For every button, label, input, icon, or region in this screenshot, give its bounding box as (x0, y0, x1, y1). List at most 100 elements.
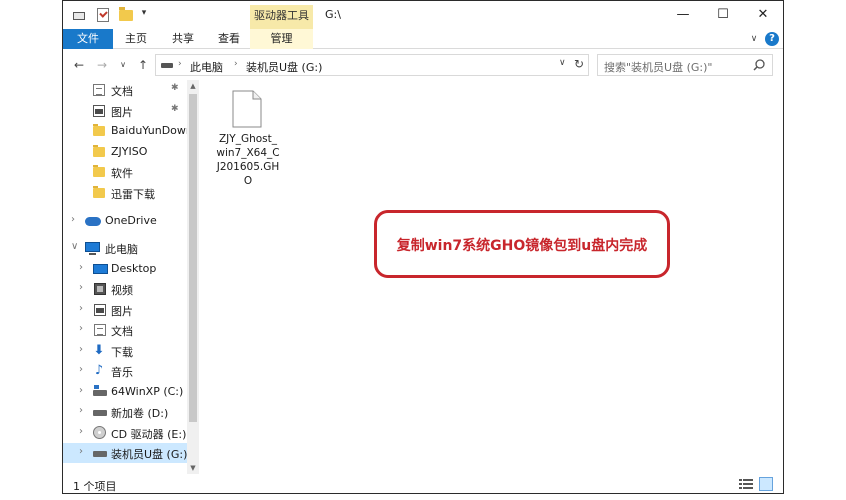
nav-item-desktop[interactable]: › Desktop (63, 259, 187, 279)
chevron-right-icon[interactable]: › (79, 303, 83, 314)
recent-locations-button[interactable]: ∨ (115, 56, 131, 74)
large-icons-view-icon[interactable] (759, 477, 773, 491)
nav-item-drive-d[interactable]: › 新加卷 (D:) (63, 402, 187, 422)
nav-item-label: CD 驱动器 (E:) (111, 428, 187, 441)
nav-item-usb-drive-g[interactable]: › 装机员U盘 (G:) (63, 443, 187, 463)
title-bar: ▾ 驱动器工具 G:\ — ☐ ✕ (63, 1, 783, 29)
tab-file[interactable]: 文件 (63, 29, 113, 49)
properties-icon[interactable] (97, 8, 109, 22)
drive-tools-context-label: 驱动器工具 (250, 5, 313, 29)
download-icon: ⬇ (93, 343, 105, 358)
nav-item-pictures-quick[interactable]: 图片 ✱ (63, 101, 187, 121)
chevron-right-icon[interactable]: › (79, 323, 83, 334)
nav-item-label: 装机员U盘 (G:) (111, 448, 188, 461)
file-list-area[interactable]: ZJY_Ghost_win7_X64_CJ201605.GHO 复制win7系统… (200, 80, 783, 474)
file-name: ZJY_Ghost_win7_X64_CJ201605.GHO (216, 133, 280, 187)
nav-item-downloads[interactable]: › ⬇ 下载 (63, 341, 187, 361)
nav-item-label: OneDrive (105, 214, 157, 227)
tab-home[interactable]: 主页 (115, 29, 157, 49)
nav-item-label: 图片 (111, 106, 133, 119)
drive-icon (93, 451, 107, 457)
tab-manage[interactable]: 管理 (250, 29, 313, 49)
chevron-right-icon[interactable]: › (79, 364, 83, 375)
status-bar: 1 个项目 (63, 474, 783, 493)
picture-icon (93, 105, 105, 117)
maximize-button[interactable]: ☐ (703, 1, 743, 29)
item-count: 1 个项目 (73, 480, 117, 493)
tab-share[interactable]: 共享 (162, 29, 204, 49)
tab-view[interactable]: 查看 (209, 29, 249, 49)
search-input[interactable]: 搜索"装机员U盘 (G:)" (597, 54, 773, 76)
minimize-button[interactable]: — (663, 1, 703, 29)
folder-icon (93, 124, 105, 136)
nav-item-label: 软件 (111, 167, 133, 180)
onedrive-cloud-icon (85, 217, 101, 226)
search-icon[interactable] (752, 58, 766, 72)
nav-item-drive-c[interactable]: › 64WinXP (C:) (63, 382, 187, 402)
system-menu-icon[interactable] (71, 8, 85, 22)
chevron-right-icon[interactable]: › (79, 446, 83, 457)
search-placeholder: 搜索"装机员U盘 (G:)" (604, 61, 713, 74)
breadcrumb-separator[interactable]: › (178, 59, 182, 69)
new-folder-icon[interactable] (119, 7, 133, 21)
scroll-down-icon[interactable]: ▼ (187, 462, 199, 474)
pin-icon: ✱ (171, 83, 179, 93)
nav-item-documents-quick[interactable]: 文档 ✱ (63, 80, 187, 100)
chevron-right-icon[interactable]: › (79, 282, 83, 293)
refresh-button[interactable]: ↻ (574, 57, 584, 71)
expand-ribbon-icon[interactable]: ∨ (747, 32, 761, 46)
nav-item-label: 文档 (111, 325, 133, 338)
quick-access-dropdown-icon[interactable]: ▾ (139, 8, 149, 22)
folder-icon (93, 186, 105, 198)
address-dropdown-icon[interactable]: ∨ (559, 58, 566, 68)
details-view-icon[interactable] (739, 478, 753, 490)
scroll-up-icon[interactable]: ▲ (187, 80, 199, 92)
nav-item-cd-drive-e[interactable]: › CD 驱动器 (E:) (63, 423, 187, 443)
annotation-callout: 复制win7系统GHO镜像包到u盘内完成 (374, 210, 670, 278)
nav-item-software[interactable]: 软件 (63, 162, 187, 182)
nav-item-label: 迅雷下载 (111, 188, 155, 201)
file-icon (232, 90, 262, 128)
window-title: G:\ (325, 8, 341, 21)
nav-item-onedrive[interactable]: › OneDrive (63, 211, 187, 231)
nav-item-this-pc[interactable]: ∨ 此电脑 (63, 238, 187, 258)
pin-icon: ✱ (171, 104, 179, 114)
chevron-right-icon[interactable]: › (79, 262, 83, 273)
chevron-right-icon[interactable]: › (79, 344, 83, 355)
file-item[interactable]: ZJY_Ghost_win7_X64_CJ201605.GHO (216, 86, 280, 190)
breadcrumb-separator[interactable]: › (234, 59, 238, 69)
chevron-right-icon[interactable]: › (79, 405, 83, 416)
cd-drive-icon (93, 426, 106, 439)
address-bar[interactable]: › 此电脑 › 装机员U盘 (G:) ∨ ↻ (155, 54, 589, 76)
picture-icon (94, 304, 106, 316)
folder-icon (93, 145, 105, 157)
nav-item-music[interactable]: › ♪ 音乐 (63, 361, 187, 381)
up-button[interactable]: ↑ (135, 56, 151, 74)
navigation-pane: 文档 ✱ 图片 ✱ BaiduYunDown ZJYISO 软件 迅雷下载 › (63, 80, 199, 474)
close-button[interactable]: ✕ (743, 1, 783, 29)
breadcrumb-usb-drive[interactable]: 装机员U盘 (G:) (246, 59, 322, 75)
nav-item-baiduyundown[interactable]: BaiduYunDown (63, 121, 193, 141)
nav-item-videos[interactable]: › 视频 (63, 279, 187, 299)
nav-item-xunlei-downloads[interactable]: 迅雷下载 (63, 183, 187, 203)
document-icon (93, 84, 105, 96)
back-button[interactable]: ← (71, 56, 87, 74)
navigation-scrollbar[interactable]: ▲ ▼ (187, 80, 199, 474)
nav-item-label: 音乐 (111, 366, 133, 379)
chevron-right-icon[interactable]: › (79, 385, 83, 396)
chevron-right-icon[interactable]: › (71, 214, 75, 225)
nav-item-pictures[interactable]: › 图片 (63, 300, 187, 320)
chevron-down-icon[interactable]: ∨ (71, 241, 78, 252)
forward-button[interactable]: → (94, 56, 110, 74)
video-icon (94, 283, 106, 295)
help-icon[interactable]: ? (765, 32, 779, 46)
nav-item-label: Desktop (111, 262, 157, 275)
nav-item-label: 新加卷 (D:) (111, 407, 169, 420)
nav-item-zjyiso[interactable]: ZJYISO (63, 142, 187, 162)
scroll-thumb[interactable] (189, 94, 197, 422)
breadcrumb-this-pc[interactable]: 此电脑 (190, 59, 223, 75)
nav-item-documents[interactable]: › 文档 (63, 320, 187, 340)
desktop-icon (93, 264, 108, 274)
chevron-right-icon[interactable]: › (79, 426, 83, 437)
system-drive-icon (93, 385, 107, 396)
